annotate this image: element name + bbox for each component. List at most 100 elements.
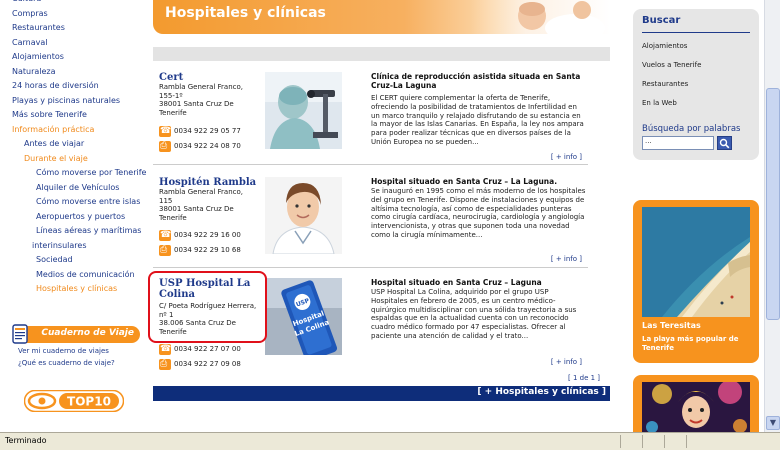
nav-item[interactable]: Información práctica [12, 123, 148, 138]
status-separator [686, 435, 687, 448]
fax-row: 0034 922 29 10 68 [159, 244, 241, 256]
nav-item[interactable]: Durante el viaje [12, 152, 148, 167]
listing-address: Rambla General Franco, 155-1º 38001 Sant… [159, 83, 263, 117]
que-es-cuaderno-link[interactable]: ¿Qué es cuaderno de viaje? [18, 359, 140, 367]
left-navigation: CulturaComprasRestaurantesCarnavalAlojam… [0, 0, 148, 420]
listing-cert: Cert Rambla General Franco, 155-1º 38001… [153, 72, 610, 165]
page: CulturaComprasRestaurantesCarnavalAlojam… [0, 0, 780, 450]
fax-row: 0034 922 27 09 08 [159, 358, 241, 370]
search-icon[interactable] [717, 136, 732, 150]
more-info-link[interactable]: [ + info ] [551, 358, 582, 366]
page-title: Hospitales y clínicas [165, 5, 326, 21]
nav-item[interactable]: Carnaval [12, 36, 148, 51]
search-link-vuelos[interactable]: Vuelos a Tenerife [642, 61, 701, 69]
status-separator [664, 435, 665, 448]
phone-number: 0034 922 29 05 77 [174, 127, 241, 135]
phone-row: 0034 922 29 16 00 [159, 229, 241, 241]
nav-item[interactable]: Hospitales y clínicas [12, 282, 148, 297]
promo-title: Las Teresitas [642, 321, 701, 330]
listing-description: USP Hospital La Colina, adquirido por el… [371, 288, 577, 340]
phone-icon [159, 343, 171, 355]
address-line: Rambla General Franco, [159, 83, 244, 91]
listing-photo-hospital-sign[interactable]: USP Hospital La Colina [265, 278, 342, 355]
promo-las-teresitas[interactable]: Las Teresitas La playa más popular de Te… [633, 200, 759, 363]
hospitales-footer-link[interactable]: [ + Hospitales y clínicas ] [477, 387, 606, 397]
listing-address: Rambla General Franco, 115 38001 Santa C… [159, 188, 263, 222]
fax-icon [159, 140, 171, 152]
listing-separator [153, 267, 588, 268]
listing-headline: Clínica de reproducción asistida situada… [371, 72, 581, 90]
fax-icon [159, 358, 171, 370]
status-separator [620, 435, 621, 448]
promo-carnaval[interactable] [633, 375, 759, 437]
scroll-down-arrow-icon[interactable]: ▼ [766, 416, 780, 430]
nav-item[interactable]: Medios de comunicación [12, 268, 148, 283]
fax-row: 0034 922 24 08 70 [159, 140, 241, 152]
nav-item[interactable]: Cómo moverse por Tenerife [12, 166, 148, 181]
nav-item[interactable]: Restaurantes [12, 21, 148, 36]
search-link-web[interactable]: En la Web [642, 99, 677, 107]
book-icon [12, 324, 28, 344]
listing-separator [153, 164, 588, 165]
listing-name[interactable]: Hospitén Rambla [159, 177, 264, 188]
nav-item[interactable]: Sociedad [12, 253, 148, 268]
nav-item[interactable]: Más sobre Tenerife [12, 108, 148, 123]
address-line: 115 [159, 196, 173, 205]
phone-icon [159, 229, 171, 241]
more-info-link[interactable]: [ + info ] [551, 153, 582, 161]
carnival-photo [642, 382, 750, 437]
listing-headline: Hospital situado en Santa Cruz – Laguna [371, 278, 542, 287]
search-panel: Buscar Alojamientos Vuelos a Tenerife Re… [633, 9, 759, 160]
address-line: 155-1º [159, 91, 183, 100]
listing-photo-nurse[interactable] [265, 177, 342, 254]
search-title: Buscar [642, 15, 681, 26]
cuaderno-title: Cuaderno de Viaje [41, 328, 134, 338]
keyword-search-label: Búsqueda por palabras [642, 124, 741, 134]
more-info-link[interactable]: [ + info ] [551, 255, 582, 263]
nav-item[interactable]: Playas y piscinas naturales [12, 94, 148, 109]
magnifier-glyph [719, 138, 730, 149]
promo-subtitle: La playa más popular de Tenerife [642, 335, 739, 352]
nav-list: CulturaComprasRestaurantesCarnavalAlojam… [12, 0, 148, 297]
listing-hospiten-rambla: Hospitén Rambla Rambla General Franco, 1… [153, 177, 610, 269]
listing-description: Se inauguró en 1995 como el más moderno … [371, 187, 586, 239]
nav-item[interactable]: 24 horas de diversión [12, 79, 148, 94]
fax-number: 0034 922 29 10 68 [174, 246, 241, 254]
listing-description: El CERT quiere complementar la oferta de… [371, 94, 584, 146]
section-banner: Hospitales y clínicas [153, 0, 610, 34]
cuaderno-header[interactable]: Cuaderno de Viaje [12, 324, 140, 344]
phone-number: 0034 922 27 07 00 [174, 345, 241, 353]
phone-number: 0034 922 29 16 00 [174, 231, 241, 239]
vertical-scrollbar[interactable]: ▼ [764, 0, 780, 432]
address-line: Rambla General Franco, [159, 188, 244, 196]
ver-cuaderno-link[interactable]: Ver mi cuaderno de viajes [18, 347, 140, 355]
address-line: Tenerife [159, 213, 187, 222]
list-header-strip [153, 47, 610, 61]
listing-photo-doctor-microscope[interactable] [265, 72, 342, 149]
top10-logo[interactable]: TOP10 [24, 390, 124, 412]
search-link-alojamientos[interactable]: Alojamientos [642, 42, 687, 50]
phone-row: 0034 922 29 05 77 [159, 125, 241, 137]
beach-photo [642, 207, 750, 317]
banner-photo [470, 0, 610, 34]
nav-item[interactable]: Compras [12, 7, 148, 22]
phone-icon [159, 125, 171, 137]
nav-item[interactable]: interinsulares [12, 239, 148, 254]
highlight-box [148, 271, 267, 343]
nav-item[interactable]: Naturaleza [12, 65, 148, 80]
search-link-restaurantes[interactable]: Restaurantes [642, 80, 688, 88]
nav-item[interactable]: Aeropuertos y puertos [12, 210, 148, 225]
nav-item[interactable]: Alojamientos [12, 50, 148, 65]
top10-label: TOP10 [67, 395, 111, 409]
nav-item[interactable]: Líneas aéreas y marítimas [12, 224, 148, 239]
scrollbar-thumb[interactable] [766, 88, 780, 320]
listing-name[interactable]: Cert [159, 72, 264, 83]
cuaderno-de-viaje-panel: Cuaderno de Viaje Ver mi cuaderno de via… [12, 324, 140, 367]
pagination[interactable]: [ 1 de 1 ] [568, 374, 600, 382]
nav-item[interactable]: Antes de viajar [12, 137, 148, 152]
fax-number: 0034 922 27 09 08 [174, 360, 241, 368]
keyword-search-input[interactable]: ... [642, 136, 714, 150]
section-footer-bar: [ + Hospitales y clínicas ] [153, 386, 610, 401]
nav-item[interactable]: Alquiler de Vehículos [12, 181, 148, 196]
nav-item[interactable]: Cómo moverse entre islas [12, 195, 148, 210]
